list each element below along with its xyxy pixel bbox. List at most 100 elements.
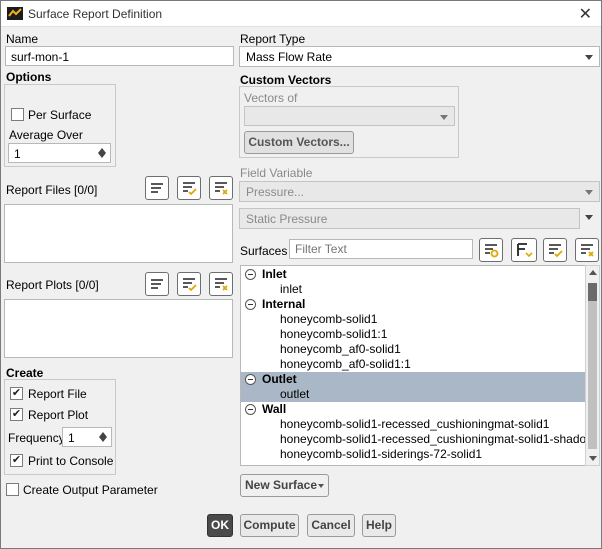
filter-list-icon: [485, 244, 499, 258]
new-surface-button[interactable]: New Surface: [240, 474, 329, 497]
chevron-down-icon: [585, 55, 593, 60]
vectors-of-label: Vectors of: [244, 91, 298, 105]
create-label: Create: [6, 366, 44, 380]
surfaces-filter-button[interactable]: [479, 238, 503, 262]
average-over-stepper[interactable]: 1: [8, 143, 111, 163]
average-over-label: Average Over: [9, 128, 83, 142]
surfaces-label: Surfaces: [240, 244, 288, 258]
options-label: Options: [6, 70, 52, 84]
surfaces-clear-button[interactable]: [575, 238, 599, 262]
collapse-icon[interactable]: [245, 269, 256, 280]
scroll-thumb[interactable]: [588, 283, 597, 301]
list-check-icon: [549, 244, 563, 258]
report-file-checkbox[interactable]: ✔: [10, 387, 23, 400]
tree-item[interactable]: honeycomb-solid1:1: [241, 327, 585, 342]
tree-item[interactable]: outlet: [241, 387, 585, 402]
scroll-up-icon[interactable]: [589, 270, 597, 275]
surfaces-filter-input[interactable]: [289, 239, 473, 259]
field-variable-dropdown[interactable]: Static Pressure: [239, 208, 580, 229]
tree-item[interactable]: honeycomb-solid1-recessed_cushioningmat-…: [241, 417, 585, 432]
print-to-console-label: Print to Console: [28, 454, 114, 468]
print-to-console-checkbox[interactable]: ✔: [10, 454, 23, 467]
list-icon: [151, 279, 163, 289]
tree-group-wall[interactable]: Wall: [241, 402, 585, 417]
spin-down-icon[interactable]: [98, 153, 106, 158]
report-plots-check-button[interactable]: [177, 272, 201, 296]
tree-item[interactable]: honeycomb-solid1-recessed_cushioningmat-…: [241, 432, 585, 447]
tree-item-label: honeycomb-solid1-recessed_cushioningmat-…: [280, 417, 550, 431]
scroll-track[interactable]: [588, 283, 597, 449]
tree-group-label: Internal: [262, 297, 306, 311]
tree-item[interactable]: honeycomb_af0-solid1: [241, 342, 585, 357]
tree-group-label: Outlet: [262, 372, 297, 386]
window-title: Surface Report Definition: [28, 7, 163, 21]
report-plots-clear-button[interactable]: [209, 272, 233, 296]
surfaces-group-button[interactable]: [511, 238, 537, 262]
surface-report-definition-dialog: Surface Report Definition ✕ Name surf-mo…: [0, 0, 602, 549]
collapse-icon[interactable]: [245, 404, 256, 415]
tree-group-label: Inlet: [262, 267, 287, 281]
report-plots-list[interactable]: [4, 299, 233, 358]
tree-group-internal[interactable]: Internal: [241, 297, 585, 312]
spin-down-icon[interactable]: [99, 437, 107, 442]
surfaces-scrollbar[interactable]: [585, 265, 600, 466]
tree-item[interactable]: honeycomb-solid1-siderings-72-solid1: [241, 447, 585, 462]
tree-group-inlet[interactable]: Inlet: [241, 267, 585, 282]
report-type-dropdown[interactable]: Mass Flow Rate: [239, 46, 600, 67]
custom-vectors-label: Custom Vectors: [240, 73, 332, 87]
custom-vectors-button[interactable]: Custom Vectors...: [244, 131, 354, 154]
report-files-select-all-button[interactable]: [145, 176, 169, 200]
ok-button[interactable]: OK: [207, 514, 233, 537]
tree-item[interactable]: inlet: [241, 282, 585, 297]
report-plots-label: Report Plots [0/0]: [6, 278, 99, 292]
frequency-stepper[interactable]: 1: [62, 427, 112, 447]
report-files-check-button[interactable]: [177, 176, 201, 200]
report-type-label: Report Type: [240, 32, 306, 46]
help-button[interactable]: Help: [362, 514, 396, 537]
tree-group-outlet[interactable]: Outlet: [241, 372, 585, 387]
per-surface-checkbox[interactable]: [11, 108, 24, 121]
field-variable-category-value: Pressure...: [246, 185, 305, 199]
field-variable-category-dropdown[interactable]: Pressure...: [239, 181, 600, 202]
collapse-icon[interactable]: [245, 299, 256, 310]
vectors-of-dropdown[interactable]: [244, 106, 455, 126]
report-plots-select-all-button[interactable]: [145, 272, 169, 296]
report-files-list[interactable]: [4, 204, 233, 263]
surfaces-tree[interactable]: Inlet inlet Internal honeycomb-solid1 ho…: [240, 265, 586, 466]
report-type-value: Mass Flow Rate: [246, 50, 333, 64]
chevron-down-icon: [440, 115, 448, 120]
list-clear-icon: [215, 278, 228, 291]
create-output-parameter-checkbox[interactable]: [6, 483, 19, 496]
average-over-value: 1: [14, 147, 21, 161]
surfaces-select-all-button[interactable]: [543, 238, 567, 262]
field-variable-value: Static Pressure: [246, 212, 328, 226]
scroll-down-icon[interactable]: [589, 456, 597, 461]
tree-item-label: honeycomb_af0-solid1:1: [280, 357, 411, 371]
chevron-down-icon: [585, 190, 593, 195]
field-variable-chevron-down-icon[interactable]: [585, 215, 593, 220]
collapse-icon[interactable]: [245, 374, 256, 385]
cancel-button[interactable]: Cancel: [307, 514, 355, 537]
report-plot-checkbox[interactable]: ✔: [10, 408, 23, 421]
list-check-icon: [183, 278, 197, 292]
tree-item-label: honeycomb-solid1: [280, 312, 378, 326]
per-surface-label: Per Surface: [28, 108, 92, 122]
name-label: Name: [6, 32, 39, 46]
compute-button[interactable]: Compute: [240, 514, 299, 537]
frequency-value: 1: [68, 431, 75, 445]
field-variable-label: Field Variable: [240, 166, 313, 180]
tree-item-label: outlet: [280, 387, 310, 401]
report-files-clear-button[interactable]: [209, 176, 233, 200]
report-file-label: Report File: [28, 387, 87, 401]
tree-item[interactable]: honeycomb-solid1: [241, 312, 585, 327]
list-clear-icon: [215, 182, 228, 195]
chevron-down-icon: [318, 484, 324, 488]
name-input[interactable]: surf-mon-1: [5, 46, 234, 66]
close-icon[interactable]: ✕: [579, 4, 592, 24]
list-icon: [151, 183, 163, 193]
tree-item-label: honeycomb-solid1-recessed_cushioningmat-…: [280, 432, 586, 446]
tree-item-label: inlet: [280, 282, 303, 296]
report-files-label: Report Files [0/0]: [6, 183, 98, 197]
group-by-icon: [517, 243, 533, 258]
tree-item[interactable]: honeycomb_af0-solid1:1: [241, 357, 585, 372]
